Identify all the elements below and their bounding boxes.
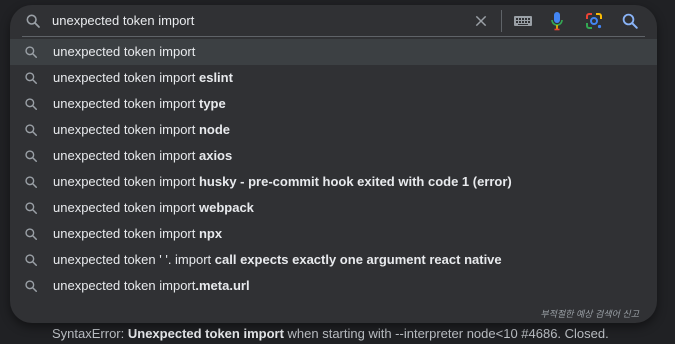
searchbar-divider xyxy=(22,36,645,37)
suggestion-item[interactable]: unexpected token import husky - pre-comm… xyxy=(10,169,657,195)
suggestion-completion: husky - pre-commit hook exited with code… xyxy=(198,174,512,189)
report-predictions-link[interactable]: 부적절한 예상 검색어 신고 xyxy=(540,307,639,320)
suggestion-text: unexpected token import eslint xyxy=(53,70,233,85)
suggestion-item[interactable]: unexpected token import axios xyxy=(10,143,657,169)
suggestion-completion: eslint xyxy=(198,70,233,85)
suggestion-item[interactable]: unexpected token ' '. import call expect… xyxy=(10,247,657,273)
suggestion-item[interactable]: unexpected token import eslint xyxy=(10,65,657,91)
keyboard-icon[interactable] xyxy=(513,13,533,29)
search-input[interactable] xyxy=(52,7,462,33)
result-separator: : xyxy=(120,326,128,341)
suggestion-text: unexpected token import node xyxy=(53,122,230,137)
suggestion-prefix: unexpected token import xyxy=(53,44,196,59)
background-search-result: SyntaxError: Unexpected token import whe… xyxy=(52,326,609,341)
suggestion-completion: axios xyxy=(198,148,233,163)
suggestion-prefix: unexpected token import xyxy=(53,122,199,137)
suggestion-text: unexpected token import.meta.url xyxy=(53,278,250,293)
search-icon xyxy=(25,202,38,215)
suggestion-item[interactable]: unexpected token import type xyxy=(10,91,657,117)
result-rest: when starting with --interpreter node<10… xyxy=(283,326,609,341)
suggestion-text: unexpected token import webpack xyxy=(53,200,254,215)
google-lens-icon[interactable] xyxy=(584,11,604,31)
search-icon xyxy=(25,228,38,241)
suggestion-item[interactable]: unexpected token import npx xyxy=(10,221,657,247)
suggestion-prefix: unexpected token import xyxy=(53,200,199,215)
microphone-icon[interactable] xyxy=(549,10,565,32)
suggestion-prefix: unexpected token ' '. import xyxy=(53,252,215,267)
suggestion-completion: webpack xyxy=(198,200,254,215)
suggestion-prefix: unexpected token import xyxy=(53,278,196,293)
search-icon xyxy=(25,280,38,293)
search-icon xyxy=(26,14,40,28)
suggestion-text: unexpected token import xyxy=(53,44,195,59)
suggestion-item[interactable]: unexpected token import node xyxy=(10,117,657,143)
suggestion-completion: call expects exactly one argument react … xyxy=(214,252,502,267)
suggestion-prefix: unexpected token import xyxy=(53,70,199,85)
suggestion-prefix: unexpected token import xyxy=(53,96,199,111)
suggestion-completion: .meta.url xyxy=(195,278,250,293)
suggestion-text: unexpected token import npx xyxy=(53,226,222,241)
search-dropdown: unexpected token import unexpected token … xyxy=(10,5,657,323)
suggestion-item[interactable]: unexpected token import webpack xyxy=(10,195,657,221)
suggestion-text: unexpected token import type xyxy=(53,96,226,111)
toolbar-separator xyxy=(501,10,502,32)
suggestion-completion: type xyxy=(198,96,226,111)
suggestion-prefix: unexpected token import xyxy=(53,226,199,241)
search-icon xyxy=(25,254,38,267)
suggestion-item[interactable]: unexpected token import xyxy=(10,39,657,65)
clear-icon[interactable] xyxy=(473,13,489,29)
suggestion-text: unexpected token import axios xyxy=(53,148,232,163)
suggestion-prefix: unexpected token import xyxy=(53,174,199,189)
search-icon xyxy=(25,150,38,163)
suggestion-completion: npx xyxy=(198,226,223,241)
search-icon xyxy=(25,72,38,85)
search-icon xyxy=(25,98,38,111)
page: SyntaxError: Unexpected token import whe… xyxy=(0,0,675,344)
suggestion-text: unexpected token import husky - pre-comm… xyxy=(53,174,512,189)
result-bold-title: Unexpected token import xyxy=(127,326,284,341)
search-submit-icon[interactable] xyxy=(621,12,639,30)
search-icon xyxy=(25,46,38,59)
search-icon xyxy=(25,124,38,137)
suggestion-completion: node xyxy=(198,122,231,137)
search-bar xyxy=(10,5,657,37)
suggestion-prefix: unexpected token import xyxy=(53,148,199,163)
search-icon xyxy=(25,176,38,189)
result-label: SyntaxError xyxy=(52,326,121,341)
suggestion-list: unexpected token import unexpected token … xyxy=(10,39,657,299)
suggestion-text: unexpected token ' '. import call expect… xyxy=(53,252,502,267)
suggestion-item[interactable]: unexpected token import.meta.url xyxy=(10,273,657,299)
